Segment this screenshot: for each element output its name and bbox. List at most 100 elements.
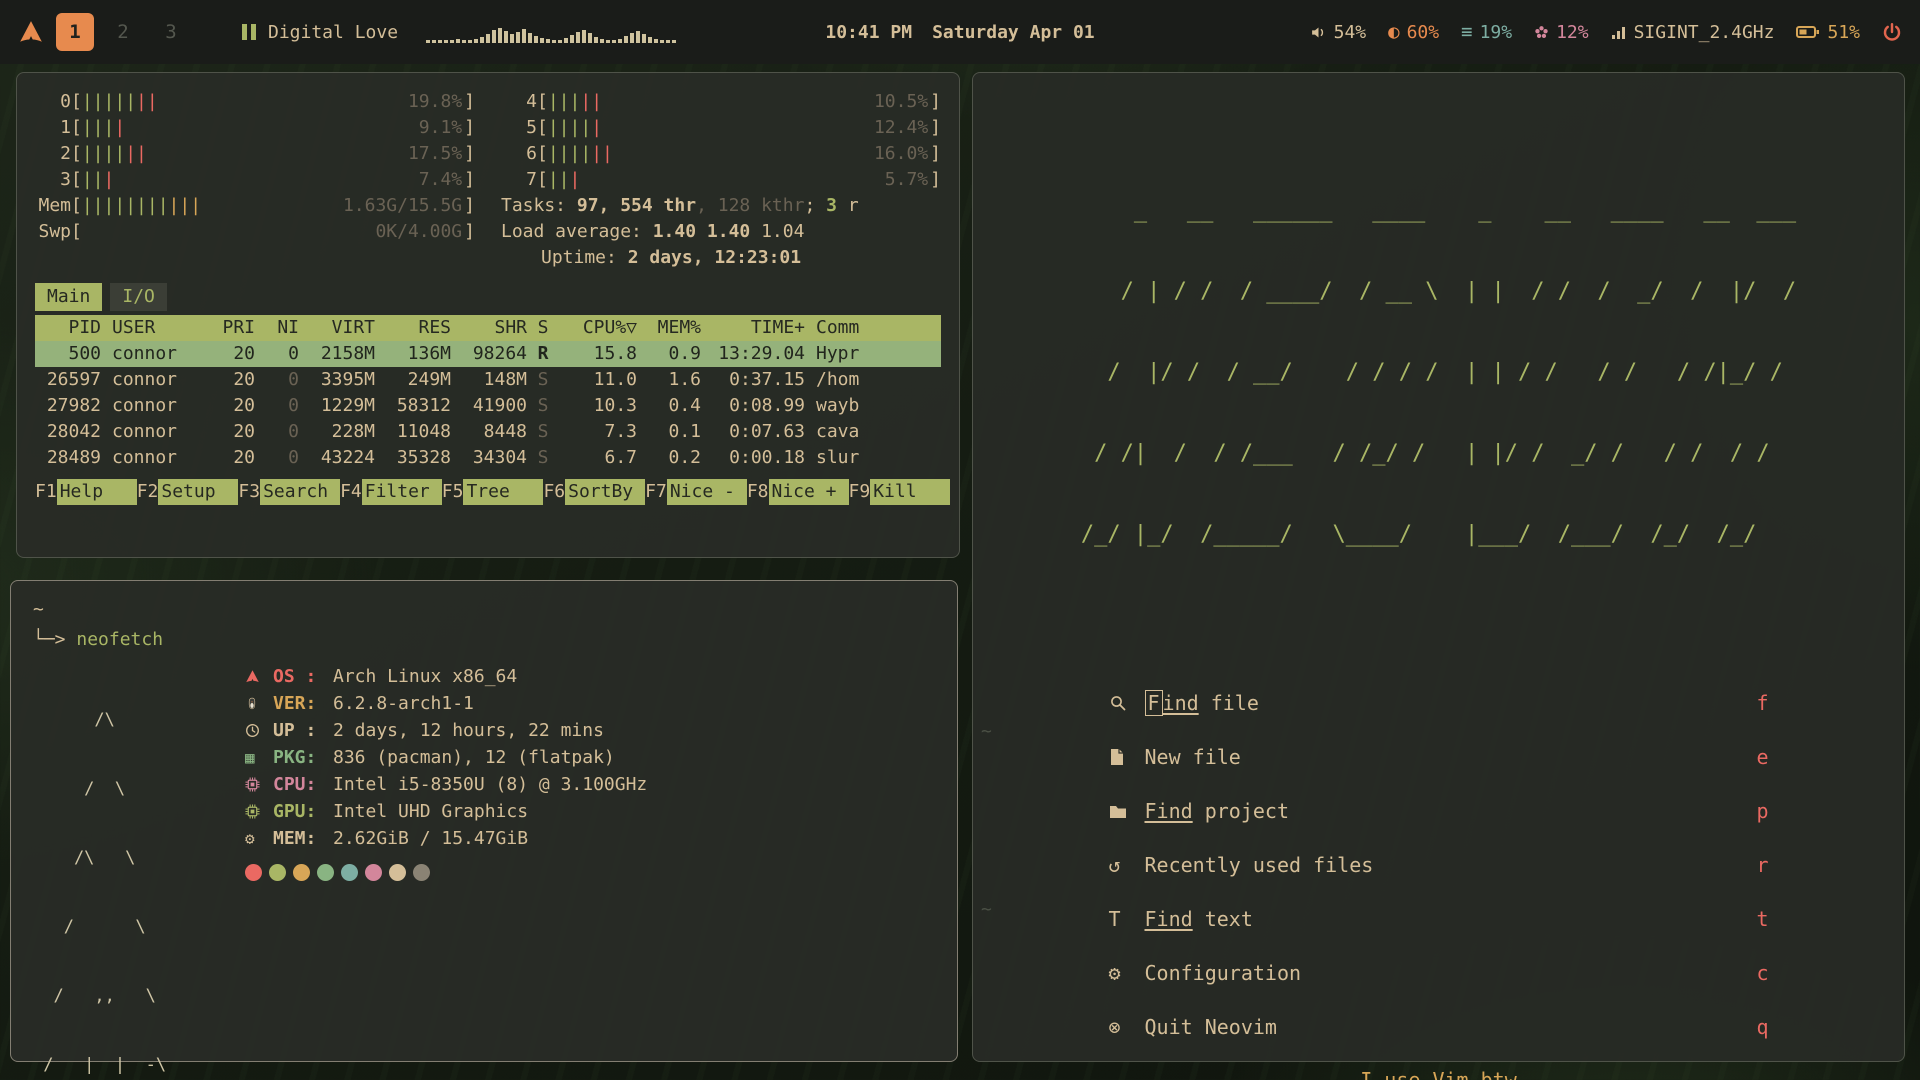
neovim-ascii-logo: _ __ ______ ____ _ __ ____ __ ___ / | / … [1081,143,1796,602]
history-icon: ↺ [1109,853,1145,877]
memory-value: 19% [1480,22,1513,43]
fkey-filter[interactable]: F4Filter [340,479,442,505]
vim-tilde: ~ [981,721,992,742]
table-header-row[interactable]: PIDUSERPRINIVIRTRESSHRSCPU%▽MEM%TIME+Com… [35,315,941,341]
menu-item-quit[interactable]: ⊗ Quit Neovim q [1109,1000,1769,1054]
workspace-button-1[interactable]: 1 [56,13,94,51]
info-memory: ⚙ MEM:2.62GiB / 15.47GiB [245,825,647,852]
info-kernel: VER:6.2.8-arch1-1 [245,690,647,717]
menu-item-recent-files[interactable]: ↺ Recently used files r [1109,838,1769,892]
cpu-module[interactable]: 12% [1534,22,1589,43]
gpu-chip-icon [245,804,273,819]
tab-io[interactable]: I/O [110,283,167,311]
bar-right: 54% ◐ 60% ≡ 19% 12% SIGINT_2.4GHz 51% [1310,22,1920,43]
load-line: Load average: 1.40 1.40 1.04 [501,219,941,245]
neofetch-output: /\ / \ /\ \ / \ / ,, \ / | | -\ /_-'' ''… [33,663,935,1080]
table-row[interactable]: 26597connor2003395M249M148MS11.01.60:37.… [35,367,941,393]
memory-icon: ≡ [1461,23,1472,42]
prompt-symbol: └─> [33,629,66,650]
menu-item-configuration[interactable]: ⚙ Configuration c [1109,946,1769,1000]
dashboard-header: _ __ ______ ____ _ __ ____ __ ___ / | / … [973,143,1904,602]
brightness-module[interactable]: ◐ 60% [1388,22,1439,43]
fkey-sortby[interactable]: F6SortBy [543,479,645,505]
fkey-nice-plus[interactable]: F8Nice + [747,479,849,505]
shortcut-key: q [1756,1015,1768,1039]
uptime-label: Uptime: [541,247,628,268]
terminal-color-palette [245,864,647,881]
fkey-tree[interactable]: F5Tree [442,479,544,505]
load-label: Load average: [501,221,653,242]
search-icon [1109,694,1145,712]
clock-time: 10:41 PM [825,22,912,43]
fkey-kill[interactable]: F9Kill [849,479,951,505]
table-row[interactable]: 28489connor200432243532834304S6.70.20:00… [35,445,941,471]
info-packages: ▦ PKG:836 (pacman), 12 (flatpak) [245,744,647,771]
table-row[interactable]: 27982connor2001229M5831241900S10.30.40:0… [35,393,941,419]
cpu-value: 12% [1556,22,1589,43]
clock-module[interactable]: 10:41 PM Saturday Apr 01 [825,22,1094,43]
terminal-window: ~ └─> neofetch /\ / \ /\ \ / \ / ,, \ / … [10,580,958,1062]
cpu-meter-7: 7[|||5.7%] [501,167,941,193]
volume-module[interactable]: 54% [1310,22,1367,43]
load-last: 1.04 [761,221,804,242]
arch-ascii-art: /\ / \ /\ \ / \ / ,, \ / | | -\ /_-'' ''… [33,663,223,1080]
fkey-search[interactable]: F3Search [238,479,340,505]
arch-logo-icon[interactable] [16,17,46,47]
media-title: Digital Love [268,22,398,43]
table-row-selected[interactable]: 500connor2002158M136M98264R15.80.913:29.… [35,341,941,367]
volume-value: 54% [1334,22,1367,43]
shortcut-key: f [1756,691,1768,715]
dashboard-menu: Find file f New file e Find project p ↺ … [1109,676,1769,1054]
power-button[interactable] [1882,22,1902,42]
memory-module[interactable]: ≡ 19% [1461,22,1512,43]
process-table: PIDUSERPRINIVIRTRESSHRSCPU%▽MEM%TIME+Com… [35,315,941,471]
htop-tabs: Main I/O [35,283,941,311]
status-bar: 1 2 3 Digital Love 10:41 PM Saturday Apr… [0,0,1920,64]
htop-meters-left: 0[|||||||19.8%] 1[||||9.1%] 2[||||||17.5… [35,89,475,271]
info-uptime: UP :2 days, 12 hours, 22 mins [245,717,647,744]
workspace-button-2[interactable]: 2 [104,13,142,51]
menu-item-find-file[interactable]: Find file f [1109,676,1769,730]
dashboard-footer: I use Vim btw [973,1068,1904,1080]
cpu-meter-5: 5[|||||12.4%] [501,115,941,141]
new-file-icon [1109,748,1145,766]
command-text: neofetch [76,629,163,650]
arch-icon [245,669,273,684]
menu-item-find-project[interactable]: Find project p [1109,784,1769,838]
fkey-nice-minus[interactable]: F7Nice - [645,479,747,505]
shortcut-key: p [1756,799,1768,823]
vim-tilde: ~ [981,899,992,920]
uptime-line: Uptime: 2 days, 12:23:01 [501,245,941,271]
cpu-meter-0: 0[|||||||19.8%] [35,89,475,115]
battery-icon [1796,23,1820,41]
text-icon: T [1109,907,1145,931]
menu-item-new-file[interactable]: New file e [1109,730,1769,784]
brightness-value: 60% [1407,22,1440,43]
workspace-button-3[interactable]: 3 [152,13,190,51]
battery-value: 51% [1827,22,1860,43]
media-module: Digital Love [242,21,676,43]
speaker-icon [1310,24,1327,41]
quit-icon: ⊗ [1109,1015,1145,1039]
command-line: └─> neofetch [33,625,935,655]
cpu-chip-icon [245,777,273,792]
network-ssid: SIGINT_2.4GHz [1634,22,1775,43]
load-values: 1.40 1.40 [653,221,761,242]
pause-icon[interactable] [242,24,256,40]
fkey-help[interactable]: F1Help [35,479,137,505]
battery-module[interactable]: 51% [1796,22,1860,43]
htop-window: 0[|||||||19.8%] 1[||||9.1%] 2[||||||17.5… [16,72,960,558]
tab-main[interactable]: Main [35,283,102,311]
fkey-setup[interactable]: F2Setup [137,479,239,505]
network-module[interactable]: SIGINT_2.4GHz [1611,22,1775,43]
menu-item-find-text[interactable]: T Find text t [1109,892,1769,946]
swap-meter: Swp[0K/4.00G] [35,219,475,245]
cpu-meter-3: 3[|||7.4%] [35,167,475,193]
package-icon: ▦ [245,748,273,767]
table-row[interactable]: 28042connor200228M110488448S7.30.10:07.6… [35,419,941,445]
cpu-meter-2: 2[||||||17.5%] [35,141,475,167]
gear-icon: ⚙ [1109,961,1145,985]
info-gpu: GPU:Intel UHD Graphics [245,798,647,825]
clock-icon [245,723,273,738]
dashboard-cursor: F [1145,690,1163,716]
